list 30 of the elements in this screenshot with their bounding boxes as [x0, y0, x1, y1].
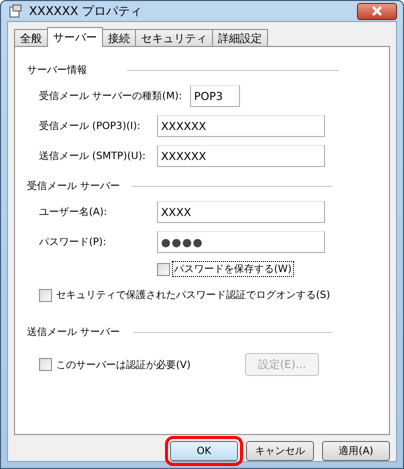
close-button[interactable]: [357, 2, 397, 20]
input-field[interactable]: XXXXXX: [157, 115, 325, 137]
window-icon: [9, 4, 23, 18]
section-heading: 受信メール サーバー: [27, 180, 120, 193]
close-icon: [371, 6, 383, 16]
tab[interactable]: セキュリティ: [135, 29, 213, 46]
field-label: 送信メール (SMTP)(U):: [39, 150, 147, 163]
input-field[interactable]: POP3: [190, 85, 240, 107]
checkbox-label[interactable]: セキュリティで保護されたパスワード認証でログオンする(S): [54, 287, 332, 303]
tab[interactable]: 詳細設定: [212, 29, 268, 46]
field-label: 受信メール (POP3)(I):: [39, 120, 142, 133]
tab[interactable]: サーバー: [47, 27, 103, 47]
password-field[interactable]: ●●●●: [157, 231, 325, 253]
tab[interactable]: 全般: [14, 29, 48, 46]
checkbox-label[interactable]: パスワードを保存する(W): [172, 261, 294, 277]
dialog-button[interactable]: 適用(A): [322, 441, 390, 461]
section-heading: 送信メール サーバー: [27, 326, 120, 339]
field-label: 受信メール サーバーの種類(M):: [39, 90, 182, 103]
tab[interactable]: 接続: [102, 29, 136, 46]
checkbox[interactable]: [157, 262, 170, 276]
field-label: パスワード(P):: [39, 236, 108, 249]
dialog-button[interactable]: キャンセル: [246, 441, 314, 461]
window-title: XXXXXX プロパティ: [29, 2, 144, 20]
checkbox-label[interactable]: このサーバーは認証が必要(V): [54, 356, 193, 372]
input-field[interactable]: XXXX: [157, 201, 325, 223]
field-label: ユーザー名(A):: [39, 206, 108, 219]
section-heading: サーバー情報: [27, 64, 87, 77]
input-field[interactable]: XXXXXX: [157, 145, 325, 167]
checkbox[interactable]: [39, 358, 52, 371]
checkbox[interactable]: [39, 288, 52, 302]
